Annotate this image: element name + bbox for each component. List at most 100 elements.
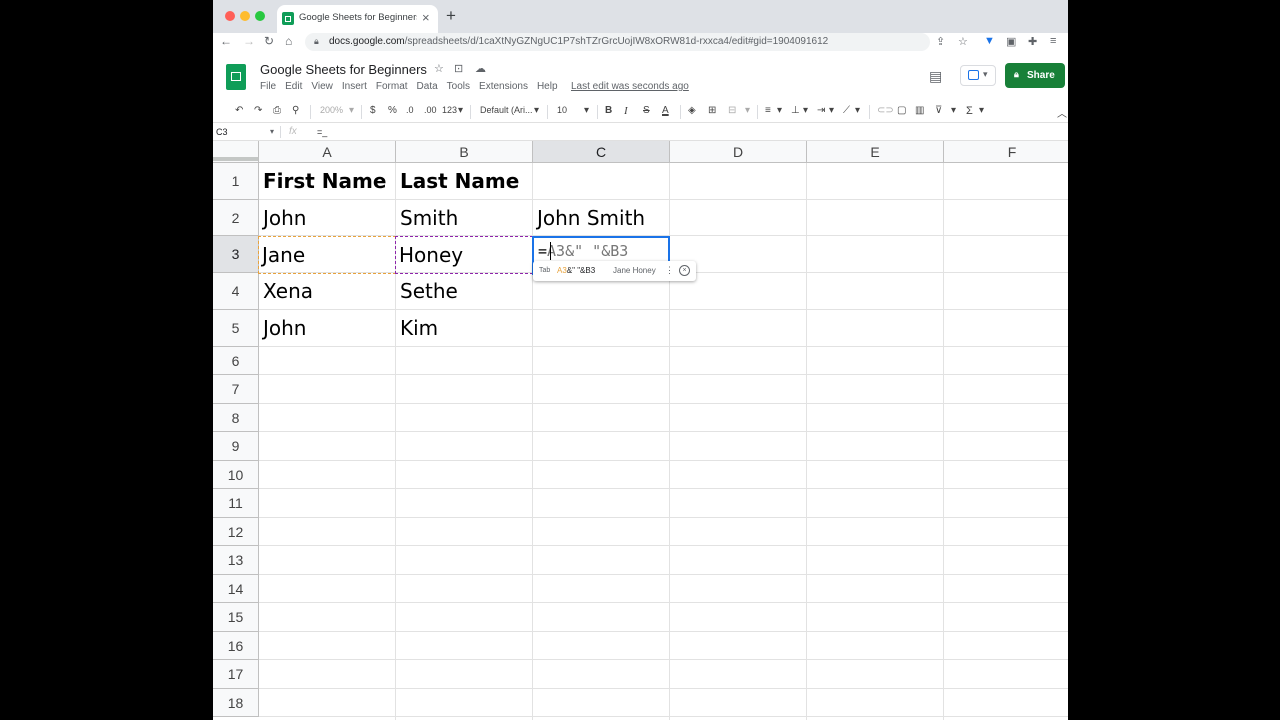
move-folder-icon[interactable]: ⊡ — [454, 62, 463, 75]
text-wrap-icon[interactable]: ⇥ — [817, 105, 825, 116]
row-header-12[interactable]: 12 — [213, 518, 259, 546]
cell-a3[interactable]: Jane — [258, 236, 396, 274]
decrease-decimal-button[interactable]: .0 — [406, 105, 414, 115]
sheets-logo-icon[interactable] — [226, 64, 246, 90]
suggested-formula[interactable]: A3&" "&B3 — [557, 266, 595, 275]
menu-help[interactable]: Help — [537, 81, 558, 95]
row-header-15[interactable]: 15 — [213, 603, 259, 632]
bold-button[interactable]: B — [605, 105, 612, 116]
column-header-b[interactable]: B — [396, 141, 533, 163]
cell-b3[interactable]: Honey — [395, 236, 533, 274]
puzzle-icon[interactable]: ✚ — [1028, 35, 1037, 48]
formula-input[interactable]: =_ — [317, 127, 327, 137]
paint-format-icon[interactable]: ⚲ — [292, 105, 299, 116]
close-window-button[interactable] — [225, 11, 235, 21]
back-icon[interactable]: ← — [220, 34, 232, 48]
text-color-button[interactable]: A — [662, 105, 669, 116]
menu-view[interactable]: View — [311, 81, 333, 95]
functions-button[interactable]: Σ — [966, 105, 973, 117]
comments-icon[interactable]: ▤ — [929, 68, 942, 85]
cell-a4[interactable]: Xena — [259, 273, 395, 309]
menu-format[interactable]: Format — [376, 81, 408, 95]
document-title[interactable]: Google Sheets for Beginners — [260, 62, 427, 77]
cloud-status-icon[interactable]: ☁ — [475, 62, 486, 75]
reading-list-icon[interactable]: ≡ — [1050, 35, 1056, 47]
new-tab-button[interactable]: + — [446, 6, 456, 26]
last-edit-link[interactable]: Last edit was seconds ago — [571, 81, 689, 92]
row-header-2[interactable]: 2 — [213, 200, 259, 236]
zoom-select[interactable]: 200% — [320, 105, 343, 115]
column-header-a[interactable]: A — [259, 141, 396, 163]
font-select[interactable]: Default (Ari... — [480, 105, 533, 115]
cell-a2[interactable]: John — [259, 200, 395, 236]
menu-data[interactable]: Data — [417, 81, 438, 95]
row-header-4[interactable]: 4 — [213, 273, 259, 310]
redo-icon[interactable]: ↷ — [254, 105, 262, 116]
menu-tools[interactable]: Tools — [447, 81, 470, 95]
row-header-18[interactable]: 18 — [213, 689, 259, 717]
currency-format-button[interactable]: $ — [370, 105, 376, 116]
cell-formula-editor[interactable]: =A3&" "&B3 — [538, 242, 628, 260]
menu-file[interactable]: File — [260, 81, 276, 95]
row-header-11[interactable]: 11 — [213, 489, 259, 518]
home-icon[interactable]: ⌂ — [285, 34, 292, 48]
column-header-c[interactable]: C — [533, 141, 670, 163]
insert-link-icon[interactable]: ⊂⊃ — [877, 105, 894, 116]
row-header-9[interactable]: 9 — [213, 432, 259, 461]
spreadsheet-grid[interactable]: A B C D E F 1 2 3 4 5 6 7 8 9 10 11 12 1… — [213, 141, 1068, 720]
text-rotation-icon[interactable]: ⟋ — [843, 105, 850, 116]
insert-chart-icon[interactable]: ▥ — [915, 105, 924, 116]
cell-b4[interactable]: Sethe — [396, 273, 532, 309]
font-size-select[interactable]: 10 — [557, 105, 567, 115]
present-button[interactable]: ▾ — [960, 65, 996, 86]
row-header-3[interactable]: 3 — [213, 236, 259, 273]
share-button[interactable]: 🔒︎ Share — [1005, 63, 1065, 88]
menu-extensions[interactable]: Extensions — [479, 81, 528, 95]
row-header-7[interactable]: 7 — [213, 375, 259, 404]
row-header-1[interactable]: 1 — [213, 163, 259, 200]
chevron-down-icon[interactable]: ▾ — [270, 127, 274, 136]
star-icon[interactable]: ☆ — [434, 62, 444, 75]
select-all-corner[interactable] — [213, 141, 259, 163]
cell-c2[interactable]: John Smith — [533, 200, 669, 236]
vertical-align-icon[interactable]: ⊥ — [791, 105, 800, 116]
menu-edit[interactable]: Edit — [285, 81, 302, 95]
row-header-16[interactable]: 16 — [213, 632, 259, 660]
extension-icon[interactable]: ▼ — [984, 35, 995, 47]
row-header-13[interactable]: 13 — [213, 546, 259, 575]
bookmark-star-icon[interactable]: ☆ — [958, 35, 968, 48]
share-page-icon[interactable]: ⇪ — [936, 35, 945, 48]
filter-icon[interactable]: ⊽ — [935, 105, 942, 116]
cell-b2[interactable]: Smith — [396, 200, 532, 236]
borders-icon[interactable]: ⊞ — [708, 105, 716, 116]
forward-icon[interactable]: → — [243, 34, 255, 48]
fill-color-icon[interactable]: ◈ — [688, 105, 696, 116]
cell-a5[interactable]: John — [259, 310, 395, 346]
print-icon[interactable]: ⎙ — [273, 105, 281, 116]
increase-decimal-button[interactable]: .00 — [424, 105, 437, 115]
tab-close-icon[interactable]: × — [422, 10, 430, 25]
percent-format-button[interactable]: % — [388, 105, 397, 116]
row-header-6[interactable]: 6 — [213, 347, 259, 375]
maximize-window-button[interactable] — [255, 11, 265, 21]
insert-comment-icon[interactable]: ▢ — [897, 105, 906, 116]
undo-icon[interactable]: ↶ — [235, 105, 243, 116]
address-bar[interactable]: 🔒︎ docs.google.com/spreadsheets/d/1caXtN… — [305, 33, 930, 51]
minimize-window-button[interactable] — [240, 11, 250, 21]
column-header-e[interactable]: E — [807, 141, 944, 163]
formula-suggestion-popup[interactable]: Tab A3&" "&B3 Jane Honey ⋮ × — [533, 261, 696, 281]
horizontal-align-icon[interactable]: ≡ — [765, 105, 771, 116]
strikethrough-button[interactable]: S — [643, 105, 650, 116]
number-format-select[interactable]: 123 — [442, 105, 457, 115]
cell-a1[interactable]: First Name — [259, 163, 395, 199]
reload-icon[interactable]: ↻ — [264, 34, 274, 48]
browser-tab[interactable]: Google Sheets for Beginners - × — [277, 5, 438, 33]
more-options-icon[interactable]: ⋮ — [665, 265, 674, 276]
row-header-17[interactable]: 17 — [213, 660, 259, 689]
row-header-14[interactable]: 14 — [213, 575, 259, 603]
column-header-f[interactable]: F — [944, 141, 1068, 163]
extension-k-icon[interactable]: ▣ — [1006, 35, 1016, 48]
name-box[interactable]: C3 — [216, 127, 228, 137]
row-header-5[interactable]: 5 — [213, 310, 259, 347]
cell-b1[interactable]: Last Name — [396, 163, 532, 199]
